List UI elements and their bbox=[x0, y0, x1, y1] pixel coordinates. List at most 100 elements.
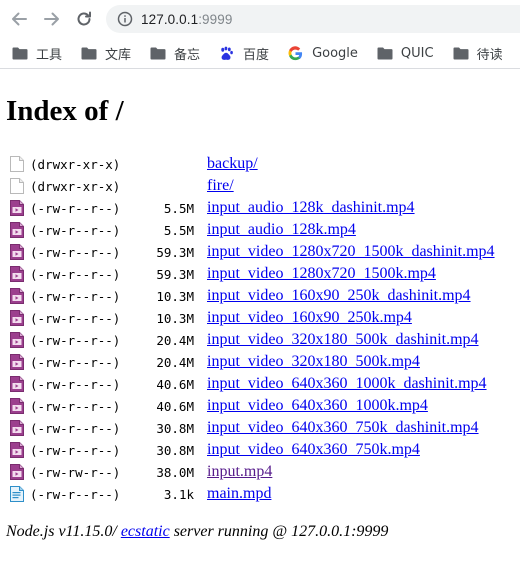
google-icon bbox=[288, 45, 304, 60]
file-size: 3.1k bbox=[163, 486, 194, 502]
table-row: (-rw-r--r--) 10.3M input_video_160x90_250k… bbox=[6, 307, 495, 329]
folder-icon bbox=[377, 46, 393, 60]
table-row: (-rw-r--r--) 30.8M input_video_640x360_750… bbox=[6, 439, 495, 461]
video-file-icon bbox=[6, 351, 30, 373]
table-row: (-rw-rw-r--) 38.0M input.mp4 bbox=[6, 461, 495, 483]
file-link[interactable]: input_video_640x360_750k.mp4 bbox=[207, 441, 420, 458]
file-name-cell: input_video_320x180_500k_dashinit.mp4 bbox=[207, 329, 495, 351]
page-title: Index of / bbox=[6, 95, 124, 127]
permissions: (-rw-r--r--) bbox=[30, 398, 121, 414]
file-size: 20.4M bbox=[156, 354, 194, 370]
text-file-icon bbox=[6, 483, 30, 505]
table-row: (-rw-r--r--) 10.3M input_video_160x90_250k… bbox=[6, 285, 495, 307]
bookmark-item[interactable]: 工具 bbox=[0, 39, 69, 67]
bookmark-item[interactable]: 百度 bbox=[207, 39, 276, 67]
file-name-cell: fire/ bbox=[207, 175, 495, 197]
file-link[interactable]: input_video_160x90_250k_dashinit.mp4 bbox=[207, 287, 471, 304]
file-name-cell: input_audio_128k_dashinit.mp4 bbox=[207, 197, 495, 219]
url-host: 127.0.0.1 bbox=[141, 11, 199, 27]
spacer bbox=[194, 417, 207, 439]
permissions: (-rw-r--r--) bbox=[30, 200, 121, 216]
file-link[interactable]: input.mp4 bbox=[207, 463, 272, 480]
spacer bbox=[194, 219, 207, 241]
file-name-cell: input_video_640x360_750k_dashinit.mp4 bbox=[207, 417, 495, 439]
file-size bbox=[138, 175, 194, 197]
forward-button[interactable] bbox=[42, 9, 62, 29]
video-file-icon bbox=[6, 461, 30, 483]
back-button[interactable] bbox=[9, 9, 29, 29]
arrow-left-icon bbox=[12, 12, 27, 26]
bookmark-item[interactable]: 文库 bbox=[69, 39, 138, 67]
file-name-cell: input_video_1280x720_1500k.mp4 bbox=[207, 263, 495, 285]
footer-prefix: Node.js v11.15.0/ bbox=[6, 523, 121, 540]
file-link[interactable]: input_video_640x360_750k_dashinit.mp4 bbox=[207, 419, 479, 436]
ecstatic-link[interactable]: ecstatic bbox=[121, 523, 170, 540]
video-file-icon bbox=[6, 373, 30, 395]
file-link[interactable]: input_video_1280x720_1500k.mp4 bbox=[207, 265, 436, 282]
table-row: (-rw-r--r--) 59.3M input_video_1280x720_15… bbox=[6, 263, 495, 285]
folder-icon bbox=[81, 46, 97, 60]
bookmarks-bar: 工具 文库 备忘 百度 Google QUIC 待读 bbox=[0, 38, 520, 69]
file-icon bbox=[6, 153, 30, 175]
bookmark-label: 百度 bbox=[243, 47, 270, 63]
file-name-cell: backup/ bbox=[207, 153, 495, 175]
spacer bbox=[194, 285, 207, 307]
file-size: 10.3M bbox=[156, 288, 194, 304]
file-link[interactable]: input_video_160x90_250k.mp4 bbox=[207, 309, 412, 326]
table-row: (-rw-r--r--) 59.3M input_video_1280x720_15… bbox=[6, 241, 495, 263]
bookmark-label: QUIC bbox=[400, 45, 434, 61]
spacer bbox=[194, 373, 207, 395]
spacer bbox=[194, 461, 207, 483]
file-link[interactable]: input_video_1280x720_1500k_dashinit.mp4 bbox=[207, 243, 495, 260]
table-row: (-rw-r--r--) 20.4M input_video_320x180_500… bbox=[6, 329, 495, 351]
spacer bbox=[194, 197, 207, 219]
file-name-cell: input_audio_128k.mp4 bbox=[207, 219, 495, 241]
arrow-right-icon bbox=[44, 12, 59, 26]
video-file-icon bbox=[6, 197, 30, 219]
bookmark-item[interactable]: 备忘 bbox=[138, 39, 207, 67]
address-bar[interactable]: 127.0.0.1:9999 bbox=[106, 5, 520, 33]
table-row: (-rw-r--r--) 40.6M input_video_640x360_100… bbox=[6, 395, 495, 417]
file-size: 20.4M bbox=[156, 332, 194, 348]
table-row: (-rw-r--r--) 5.5M input_audio_128k.mp4 bbox=[6, 219, 495, 241]
permissions: (-rw-r--r--) bbox=[30, 376, 121, 392]
bookmark-item[interactable]: 待读 bbox=[441, 39, 510, 67]
info-icon[interactable] bbox=[117, 11, 133, 27]
file-name-cell: input_video_160x90_250k_dashinit.mp4 bbox=[207, 285, 495, 307]
folder-icon bbox=[453, 46, 469, 60]
file-name-cell: input_video_320x180_500k.mp4 bbox=[207, 351, 495, 373]
video-file-icon bbox=[6, 263, 30, 285]
file-link[interactable]: input_audio_128k_dashinit.mp4 bbox=[207, 199, 415, 216]
permissions: (-rw-r--r--) bbox=[30, 266, 121, 282]
table-row: (-rw-r--r--) 40.6M input_video_640x360_100… bbox=[6, 373, 495, 395]
file-link[interactable]: fire/ bbox=[207, 177, 234, 194]
file-icon bbox=[6, 175, 30, 197]
spacer bbox=[194, 263, 207, 285]
url-text: 127.0.0.1:9999 bbox=[141, 12, 233, 27]
server-footer: Node.js v11.15.0/ ecstatic server runnin… bbox=[6, 523, 388, 541]
table-row: (-rw-r--r--) 5.5M input_audio_128k_dashini… bbox=[6, 197, 495, 219]
file-link[interactable]: backup/ bbox=[207, 155, 258, 172]
footer-suffix: server running @ 127.0.0.1:9999 bbox=[169, 523, 389, 540]
file-size: 30.8M bbox=[156, 420, 194, 436]
bookmark-item[interactable]: Google bbox=[276, 39, 365, 67]
bookmark-item[interactable]: QUIC bbox=[365, 39, 441, 67]
file-name-cell: input_video_1280x720_1500k_dashinit.mp4 bbox=[207, 241, 495, 263]
file-link[interactable]: input_video_320x180_500k_dashinit.mp4 bbox=[207, 331, 479, 348]
permissions: (-rw-rw-r--) bbox=[30, 464, 121, 480]
file-size: 59.3M bbox=[156, 244, 194, 260]
browser-toolbar: 127.0.0.1:9999 bbox=[0, 0, 520, 38]
video-file-icon bbox=[6, 395, 30, 417]
reload-button[interactable] bbox=[74, 9, 94, 29]
permissions: (drwxr-xr-x) bbox=[30, 178, 121, 194]
spacer bbox=[194, 439, 207, 461]
file-link[interactable]: input_audio_128k.mp4 bbox=[207, 221, 356, 238]
file-link[interactable]: input_video_320x180_500k.mp4 bbox=[207, 353, 420, 370]
file-size: 40.6M bbox=[156, 376, 194, 392]
spacer bbox=[194, 329, 207, 351]
permissions: (-rw-r--r--) bbox=[30, 442, 121, 458]
file-link[interactable]: input_video_640x360_1000k.mp4 bbox=[207, 397, 428, 414]
file-link[interactable]: input_video_640x360_1000k_dashinit.mp4 bbox=[207, 375, 487, 392]
permissions: (-rw-r--r--) bbox=[30, 354, 121, 370]
file-link[interactable]: main.mpd bbox=[207, 485, 271, 502]
